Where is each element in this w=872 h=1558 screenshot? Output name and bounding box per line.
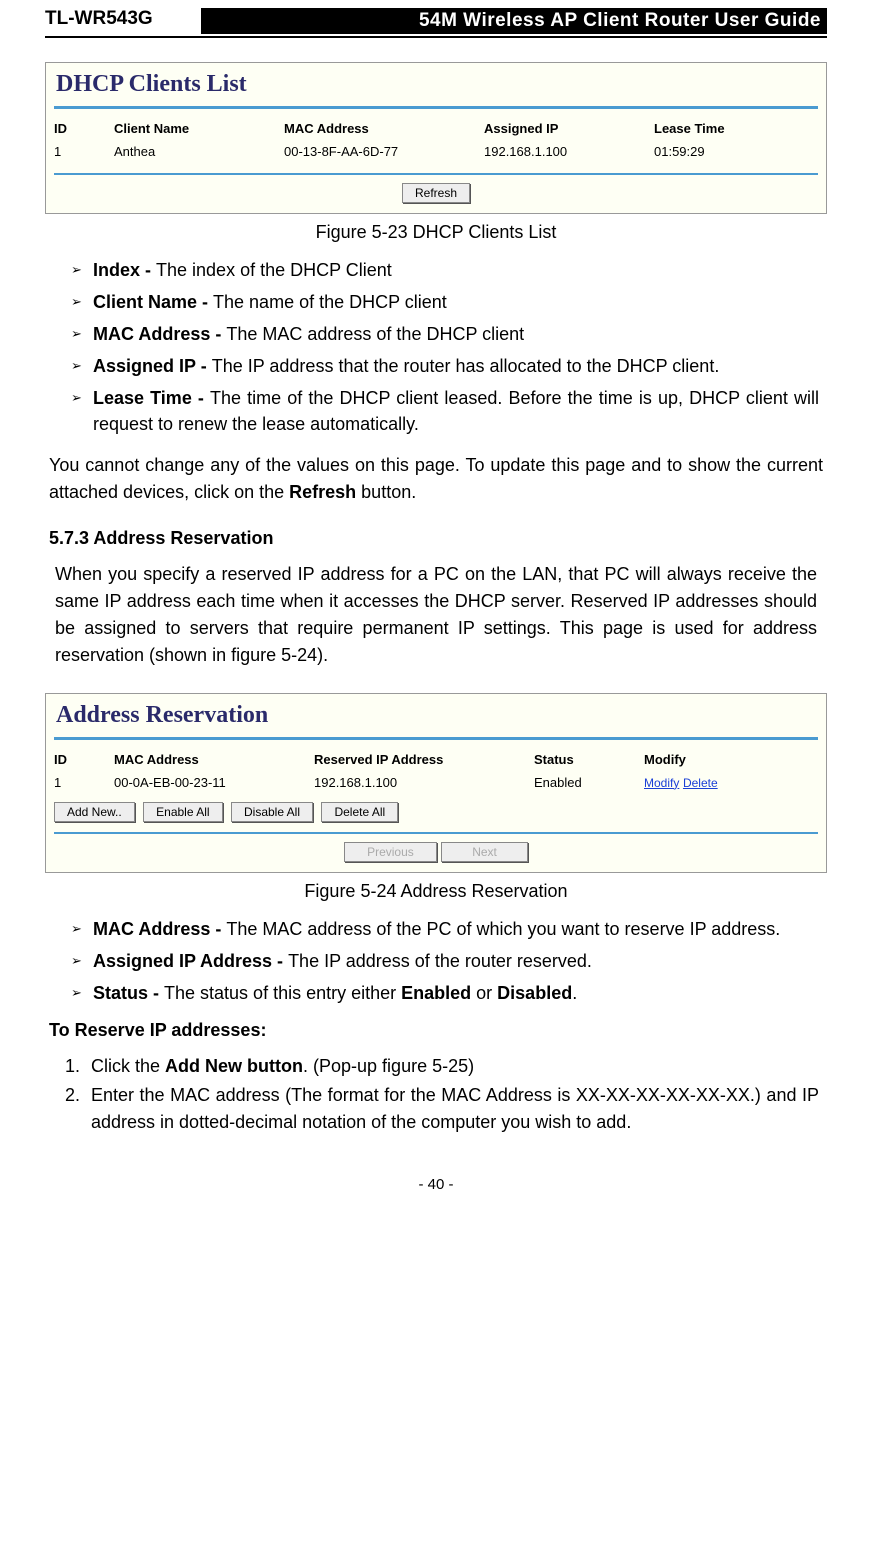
section-heading: 5.7.3 Address Reservation xyxy=(49,528,823,549)
term: Client Name - xyxy=(93,292,213,312)
col-status: Status xyxy=(534,748,644,771)
modify-link[interactable]: Modify xyxy=(644,776,679,790)
address-reservation-table: ID MAC Address Reserved IP Address Statu… xyxy=(54,748,818,794)
col-assigned-ip: Assigned IP xyxy=(484,117,654,140)
fig1-caption: Figure 5-23 DHCP Clients List xyxy=(45,222,827,243)
steps-list: Click the Add New button. (Pop-up figure… xyxy=(53,1053,819,1136)
col-lease-time: Lease Time xyxy=(654,117,818,140)
col-client-name: Client Name xyxy=(114,117,284,140)
text: or xyxy=(471,983,497,1003)
table-header-row: ID MAC Address Reserved IP Address Statu… xyxy=(54,748,818,771)
table-row: 1 00-0A-EB-00-23-11 192.168.1.100 Enable… xyxy=(54,771,818,794)
text: . (Pop-up figure 5-25) xyxy=(303,1056,474,1076)
cell-lease: 01:59:29 xyxy=(654,140,818,163)
text: You cannot change any of the values on t… xyxy=(49,455,823,502)
reserve-heading: To Reserve IP addresses: xyxy=(49,1020,823,1041)
term: Assigned IP - xyxy=(93,356,212,376)
desc: The IP address of the router reserved. xyxy=(288,951,592,971)
col-mac: MAC Address xyxy=(114,748,314,771)
term: MAC Address - xyxy=(93,324,226,344)
list-item: Enter the MAC address (The format for th… xyxy=(85,1082,819,1136)
divider xyxy=(54,832,818,834)
col-modify: Modify xyxy=(644,748,818,771)
desc: The MAC address of the PC of which you w… xyxy=(226,919,780,939)
list-item: Status - The status of this entry either… xyxy=(71,980,819,1006)
term: MAC Address - xyxy=(93,919,226,939)
desc: The MAC address of the DHCP client xyxy=(226,324,524,344)
list-item: Assigned IP Address - The IP address of … xyxy=(71,948,819,974)
page-number: - 40 - xyxy=(45,1176,827,1193)
strong: Disabled xyxy=(497,983,572,1003)
term: Assigned IP Address - xyxy=(93,951,288,971)
add-new-button[interactable]: Add New.. xyxy=(54,802,135,822)
list-item: Click the Add New button. (Pop-up figure… xyxy=(85,1053,819,1080)
list-item: Lease Time - The time of the DHCP client… xyxy=(71,385,819,437)
figure-dhcp-clients: DHCP Clients List ID Client Name MAC Add… xyxy=(45,62,827,214)
col-reserved-ip: Reserved IP Address xyxy=(314,748,534,771)
term: Index - xyxy=(93,260,156,280)
table-header-row: ID Client Name MAC Address Assigned IP L… xyxy=(54,117,818,140)
list-item: MAC Address - The MAC address of the DHC… xyxy=(71,321,819,347)
list-item: Index - The index of the DHCP Client xyxy=(71,257,819,283)
paragraph: When you specify a reserved IP address f… xyxy=(55,561,817,669)
cell-id: 1 xyxy=(54,771,114,794)
fig1-title: DHCP Clients List xyxy=(56,71,818,98)
enable-all-button[interactable]: Enable All xyxy=(143,802,222,822)
list-item: MAC Address - The MAC address of the PC … xyxy=(71,916,819,942)
col-mac: MAC Address xyxy=(284,117,484,140)
term: Status - xyxy=(93,983,164,1003)
cell-mac: 00-13-8F-AA-6D-77 xyxy=(284,140,484,163)
text: button. xyxy=(356,482,416,502)
bullet-list-2: MAC Address - The MAC address of the PC … xyxy=(53,916,819,1006)
cell-status: Enabled xyxy=(534,771,644,794)
text: . xyxy=(572,983,577,1003)
divider xyxy=(54,106,818,109)
strong: Add New button xyxy=(165,1056,303,1076)
cell-ip: 192.168.1.100 xyxy=(314,771,534,794)
term: Lease Time - xyxy=(93,388,210,408)
col-id: ID xyxy=(54,748,114,771)
refresh-button[interactable]: Refresh xyxy=(402,183,470,203)
text: Click the xyxy=(91,1056,165,1076)
desc: The index of the DHCP Client xyxy=(156,260,392,280)
desc: The name of the DHCP client xyxy=(213,292,447,312)
table-row: 1 Anthea 00-13-8F-AA-6D-77 192.168.1.100… xyxy=(54,140,818,163)
col-id: ID xyxy=(54,117,114,140)
desc: The IP address that the router has alloc… xyxy=(212,356,720,376)
previous-button[interactable]: Previous xyxy=(344,842,437,862)
dhcp-clients-table: ID Client Name MAC Address Assigned IP L… xyxy=(54,117,818,163)
cell-name: Anthea xyxy=(114,140,284,163)
divider xyxy=(54,173,818,175)
model-label: TL-WR543G xyxy=(45,8,195,34)
cell-id: 1 xyxy=(54,140,114,163)
list-item: Assigned IP - The IP address that the ro… xyxy=(71,353,819,379)
next-button[interactable]: Next xyxy=(441,842,528,862)
fig2-title: Address Reservation xyxy=(56,702,818,729)
page-header: TL-WR543G 54M Wireless AP Client Router … xyxy=(45,0,827,38)
button-group: Add New.. Enable All Disable All Delete … xyxy=(54,802,818,822)
delete-link[interactable]: Delete xyxy=(683,776,718,790)
bullet-list-1: Index - The index of the DHCP Client Cli… xyxy=(53,257,819,438)
delete-all-button[interactable]: Delete All xyxy=(321,802,398,822)
paragraph: You cannot change any of the values on t… xyxy=(49,452,823,506)
cell-ip: 192.168.1.100 xyxy=(484,140,654,163)
guide-title: 54M Wireless AP Client Router User Guide xyxy=(201,8,827,34)
cell-mac: 00-0A-EB-00-23-11 xyxy=(114,771,314,794)
list-item: Client Name - The name of the DHCP clien… xyxy=(71,289,819,315)
divider xyxy=(54,737,818,740)
fig2-caption: Figure 5-24 Address Reservation xyxy=(45,881,827,902)
strong: Enabled xyxy=(401,983,471,1003)
figure-address-reservation: Address Reservation ID MAC Address Reser… xyxy=(45,693,827,873)
strong: Refresh xyxy=(289,482,356,502)
desc: The status of this entry either xyxy=(164,983,401,1003)
disable-all-button[interactable]: Disable All xyxy=(231,802,313,822)
